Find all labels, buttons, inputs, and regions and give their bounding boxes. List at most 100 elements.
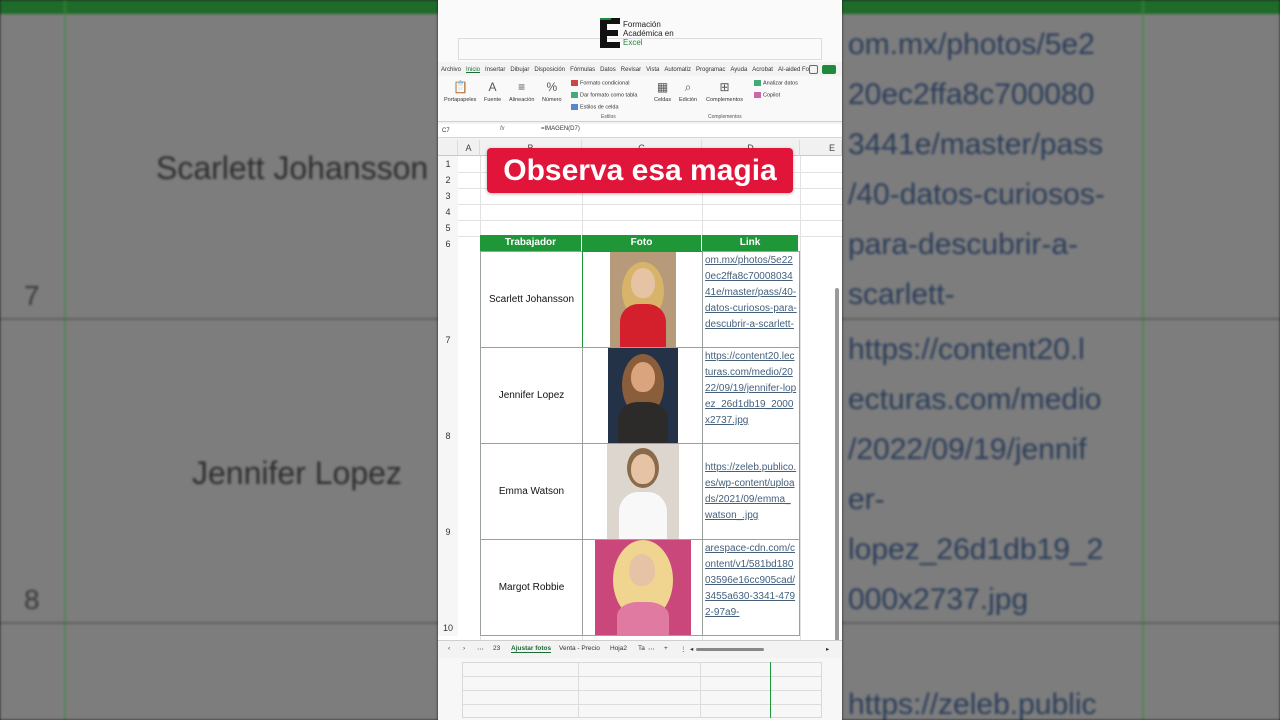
- tab-disposicion[interactable]: Disposición: [534, 67, 565, 73]
- sheet-tab-venta-precio[interactable]: Venta - Precio: [559, 645, 600, 652]
- font-icon: A: [488, 80, 497, 94]
- cell-photo-selected[interactable]: [582, 251, 703, 348]
- row-header-6[interactable]: 6: [438, 236, 458, 252]
- table-header-link[interactable]: Link: [702, 235, 799, 251]
- tab-programac[interactable]: Programac: [696, 67, 725, 73]
- sheet-options-icon[interactable]: ⋮: [680, 645, 687, 653]
- tab-vista[interactable]: Vista: [646, 67, 659, 73]
- fx-icon[interactable]: fx: [500, 126, 505, 132]
- tab-acrobat[interactable]: Acrobat: [752, 67, 773, 73]
- numero-button[interactable]: % Número: [542, 80, 562, 103]
- tab-inicio[interactable]: Inicio: [466, 67, 480, 73]
- bg-row-line: [0, 318, 438, 320]
- more-sheets-icon[interactable]: ⋯: [477, 645, 484, 653]
- estilos-celda-button[interactable]: Estilos de celda: [571, 104, 619, 110]
- copilot-button[interactable]: Copilot: [754, 92, 780, 98]
- tab-insertar[interactable]: Insertar: [485, 67, 505, 73]
- cell-name[interactable]: Jennifer Lopez: [480, 347, 583, 444]
- tab-dibujar[interactable]: Dibujar: [510, 67, 529, 73]
- formato-condicional-button[interactable]: Formato condicional: [571, 80, 630, 86]
- next-sheet-icon[interactable]: ›: [463, 645, 465, 652]
- table-header-foto[interactable]: Foto: [582, 235, 702, 251]
- complementos-button[interactable]: ⊞ Complementos: [706, 80, 743, 103]
- cell-photo[interactable]: [582, 443, 703, 540]
- bg-link-line: lopez_26d1db19_2: [848, 533, 1104, 566]
- sheet-count[interactable]: 23: [493, 645, 500, 652]
- brand-logo: Formación Académica en Excel: [600, 18, 674, 48]
- bg-link-line: https://content20.l: [848, 333, 1085, 366]
- column-header-a[interactable]: A: [458, 140, 480, 156]
- cell-name[interactable]: Scarlett Johansson: [480, 251, 583, 348]
- bg-row-line: [0, 622, 438, 624]
- worksheet-grid: A B C D E 1 2 3 4 5 6 7 8 9 10: [438, 140, 842, 640]
- cell-link[interactable]: https://content20.lecturas.com/medio/202…: [702, 347, 800, 444]
- percent-icon: %: [546, 80, 558, 94]
- ribbon-tab-bar: Archivo Inicio Insertar Dibujar Disposic…: [438, 64, 842, 76]
- sheet-tab-ajustar-fotos[interactable]: Ajustar fotos: [511, 645, 552, 653]
- select-all-corner[interactable]: [438, 140, 458, 156]
- sheet-tab-hoja2[interactable]: Hoja2: [610, 645, 627, 652]
- row-header-7[interactable]: 7: [438, 252, 458, 348]
- row-header-3[interactable]: 3: [438, 188, 458, 204]
- overlay-title: Observa esa magia: [487, 148, 793, 193]
- align-icon: ≡: [518, 80, 526, 94]
- grid-line: [800, 156, 801, 640]
- search-icon: ⌕: [684, 80, 692, 94]
- faint-grid-bottom: [438, 658, 842, 720]
- conditional-format-icon: [571, 80, 578, 86]
- row-header-10[interactable]: 10: [438, 540, 458, 636]
- scroll-left-icon[interactable]: ◂: [690, 645, 693, 653]
- table-format-icon: [571, 92, 578, 98]
- portapapeles-button[interactable]: 📋 Portapapeles: [444, 80, 476, 103]
- vertical-scrollbar[interactable]: [835, 288, 839, 640]
- sheet-tabs-more-icon[interactable]: ⋯: [648, 645, 655, 653]
- column-header-e[interactable]: E: [800, 140, 842, 156]
- cells-icon: ▦: [656, 80, 669, 94]
- tab-ayuda[interactable]: Ayuda: [730, 67, 747, 73]
- row-header-9[interactable]: 9: [438, 444, 458, 540]
- cell-link[interactable]: arespace-cdn.com/content/v1/581bd1800359…: [702, 539, 800, 636]
- bg-link-line: /2022/09/19/jennif: [848, 433, 1087, 466]
- edicion-button[interactable]: ⌕ Edición: [679, 80, 697, 103]
- addins-icon: ⊞: [719, 80, 730, 94]
- comments-icon[interactable]: [809, 65, 818, 74]
- alineacion-button[interactable]: ≡ Alineación: [509, 80, 534, 103]
- tab-formulas[interactable]: Fórmulas: [570, 67, 595, 73]
- row-header-5[interactable]: 5: [438, 220, 458, 236]
- row-header-8[interactable]: 8: [438, 348, 458, 444]
- analizar-datos-button[interactable]: Analizar datos: [754, 80, 798, 86]
- cell-link[interactable]: om.mx/photos/5e220ec2ffa8c7000803441e/ma…: [702, 251, 800, 348]
- share-button[interactable]: [822, 65, 836, 74]
- tab-datos[interactable]: Datos: [600, 67, 616, 73]
- bg-link-line: ecturas.com/medio: [848, 383, 1102, 416]
- complementos-group-label: Complementos: [708, 114, 742, 120]
- table-header-trabajador[interactable]: Trabajador: [480, 235, 582, 251]
- row-header-1[interactable]: 1: [438, 156, 458, 172]
- formula-input[interactable]: =IMAGEN(D7): [541, 126, 580, 132]
- cell-photo[interactable]: [582, 539, 703, 636]
- tab-ai-aided[interactable]: AI-aided Fo: [778, 67, 809, 73]
- bg-col-line: [1142, 0, 1144, 720]
- add-sheet-button[interactable]: +: [664, 645, 668, 652]
- scroll-right-icon[interactable]: ▸: [826, 645, 829, 653]
- name-box[interactable]: C7: [442, 126, 486, 136]
- cell-name[interactable]: Emma Watson: [480, 443, 583, 540]
- prev-sheet-icon[interactable]: ‹: [448, 645, 450, 652]
- cell-name[interactable]: Margot Robbie: [480, 539, 583, 636]
- sheet-tab-ta[interactable]: Ta: [638, 645, 645, 652]
- bg-link-line: https://zeleb.public: [848, 688, 1097, 720]
- dar-formato-tabla-button[interactable]: Dar formato como tabla: [571, 92, 637, 98]
- cell-photo[interactable]: [582, 347, 703, 444]
- tab-revisar[interactable]: Revisar: [621, 67, 641, 73]
- tab-archivo[interactable]: Archivo: [441, 67, 461, 73]
- bg-link-line: er-: [848, 483, 885, 516]
- celdas-button[interactable]: ▦ Celdas: [654, 80, 671, 103]
- row-header-4[interactable]: 4: [438, 204, 458, 220]
- cell-link[interactable]: https://zeleb.publico.es/wp-content/uplo…: [702, 443, 800, 540]
- bg-link-line: para-descubrir-a-: [848, 228, 1079, 261]
- brand-line2: Académica en: [623, 28, 674, 38]
- horizontal-scrollbar[interactable]: [696, 648, 764, 651]
- row-header-2[interactable]: 2: [438, 172, 458, 188]
- tab-automatiz[interactable]: Automatiz: [664, 67, 691, 73]
- fuente-button[interactable]: A Fuente: [484, 80, 501, 103]
